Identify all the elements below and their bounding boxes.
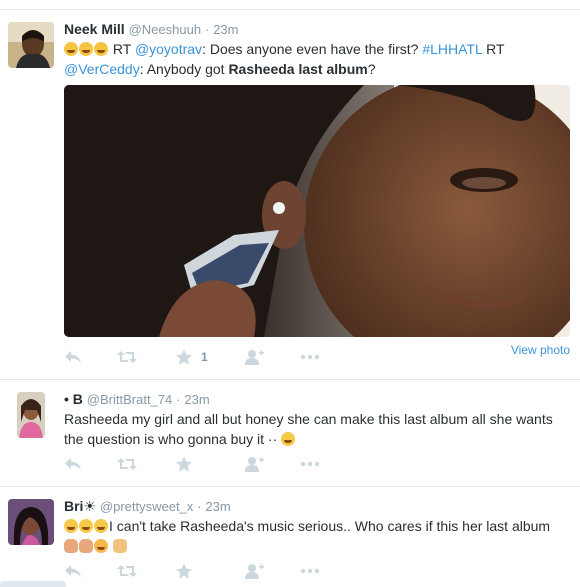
weary-face-emoji-icon <box>94 42 108 56</box>
reply-icon <box>65 565 81 577</box>
username[interactable]: @Neeshuuh <box>129 22 201 37</box>
weary-face-emoji-icon <box>64 42 78 56</box>
more-button[interactable] <box>300 454 320 474</box>
flushed-face-emoji-icon <box>94 538 108 553</box>
retweet-icon <box>117 458 137 470</box>
tweet-text-fragment: : Anybody got <box>139 60 225 77</box>
star-icon <box>176 563 192 579</box>
photo-image <box>64 85 570 337</box>
follow-icon <box>245 350 264 365</box>
tweet-actions <box>64 561 384 581</box>
tweet-photo[interactable] <box>64 85 570 337</box>
follow-button[interactable] <box>244 561 264 581</box>
tweet-text: RT @yoyotrav: Does anyone even have the … <box>64 40 572 79</box>
retweet-icon <box>117 565 137 577</box>
fullname[interactable]: Bri☀ <box>64 498 96 514</box>
timestamp[interactable]: 23m <box>184 392 209 407</box>
tweet-text-line: Rasheeda my girl and all but honey she c… <box>64 411 553 427</box>
timeline: Neek Mill @Neeshuuh · 23m RT @yoyotrav: … <box>0 0 580 587</box>
follow-icon <box>245 457 264 472</box>
tweet[interactable]: Bri☀ @prettysweet_x · 23m I can't take R… <box>0 487 580 587</box>
timestamp[interactable]: 23m <box>205 499 230 514</box>
reply-button[interactable] <box>64 561 82 581</box>
more-icon <box>300 461 320 467</box>
avatar-image <box>8 22 54 68</box>
highlighted-term: Rasheeda last album <box>228 60 368 77</box>
reply-button[interactable] <box>64 454 82 474</box>
timestamp[interactable]: 23m <box>213 22 238 37</box>
tears-of-joy-emoji-icon <box>64 519 78 533</box>
tears-of-joy-emoji-icon <box>281 431 296 446</box>
tweet-text: I can't take Rasheeda's music serious.. … <box>64 517 572 556</box>
tweet-text: Rasheeda my girl and all but honey she c… <box>64 410 572 449</box>
victory-hand-emoji-icon <box>112 538 127 553</box>
hashtag-link[interactable]: #LHHATL <box>422 41 482 57</box>
reply-icon <box>65 458 81 470</box>
tears-of-joy-emoji-icon <box>94 519 108 533</box>
mention-link[interactable]: @yoyotrav <box>135 41 202 57</box>
clapping-hands-emoji-icon <box>79 538 93 553</box>
username[interactable]: @prettysweet_x <box>100 499 193 514</box>
username[interactable]: @BrittBratt_74 <box>87 392 172 407</box>
more-button[interactable] <box>300 561 320 581</box>
favorite-button[interactable]: 1 <box>175 347 208 367</box>
reply-button[interactable] <box>64 347 82 367</box>
more-icon <box>300 568 320 574</box>
avatar[interactable] <box>17 392 45 438</box>
avatar-image <box>17 392 45 438</box>
view-photo-link[interactable]: View photo <box>511 343 570 357</box>
tweet-text-fragment: : Does anyone even have the first? <box>202 41 419 57</box>
tweet-header: Neek Mill @Neeshuuh · 23m <box>64 20 572 38</box>
tweet-header: Bri☀ @prettysweet_x · 23m <box>64 497 572 515</box>
favorite-button[interactable] <box>175 454 193 474</box>
follow-icon <box>245 564 264 579</box>
avatar-image <box>8 499 54 545</box>
tweet-text-line: the question is who gonna buy it ·· <box>64 430 278 447</box>
avatar[interactable] <box>8 22 54 68</box>
star-icon <box>176 349 192 365</box>
rt-label: RT <box>486 41 505 57</box>
follow-button[interactable] <box>244 454 264 474</box>
clapping-hands-emoji-icon <box>64 538 78 553</box>
favorite-button[interactable] <box>175 561 193 581</box>
reply-icon <box>65 351 81 363</box>
retweet-button[interactable] <box>117 454 137 474</box>
retweet-button[interactable] <box>117 561 137 581</box>
tweet-actions <box>64 454 384 474</box>
tweet[interactable]: • B @BrittBratt_74 · 23m Rasheeda my gir… <box>0 380 580 487</box>
tweet-text-line: I can't take Rasheeda's music serious.. … <box>109 518 551 534</box>
more-icon <box>300 354 320 360</box>
retweet-icon <box>117 351 137 363</box>
avatar[interactable] <box>8 499 54 545</box>
tweet-actions: 1 <box>64 347 384 367</box>
tweet-header: • B @BrittBratt_74 · 23m <box>64 390 572 408</box>
rt-label: RT <box>112 41 132 57</box>
tears-of-joy-emoji-icon <box>79 519 93 533</box>
separator: · <box>176 392 181 407</box>
separator: · <box>204 22 210 37</box>
fullname[interactable]: Neek Mill <box>64 21 125 37</box>
star-icon <box>176 456 192 472</box>
weary-face-emoji-icon <box>79 42 93 56</box>
scroll-tab <box>0 581 66 587</box>
tweet-text-fragment: ? <box>367 60 376 77</box>
separator: · <box>197 499 202 514</box>
more-button[interactable] <box>300 347 320 367</box>
retweet-button[interactable] <box>117 347 137 367</box>
favorite-count: 1 <box>201 350 208 364</box>
fullname[interactable]: • B <box>64 391 87 407</box>
mention-link[interactable]: @VerCeddy <box>64 61 140 77</box>
tweet[interactable]: Neek Mill @Neeshuuh · 23m RT @yoyotrav: … <box>0 10 580 380</box>
follow-button[interactable] <box>244 347 264 367</box>
